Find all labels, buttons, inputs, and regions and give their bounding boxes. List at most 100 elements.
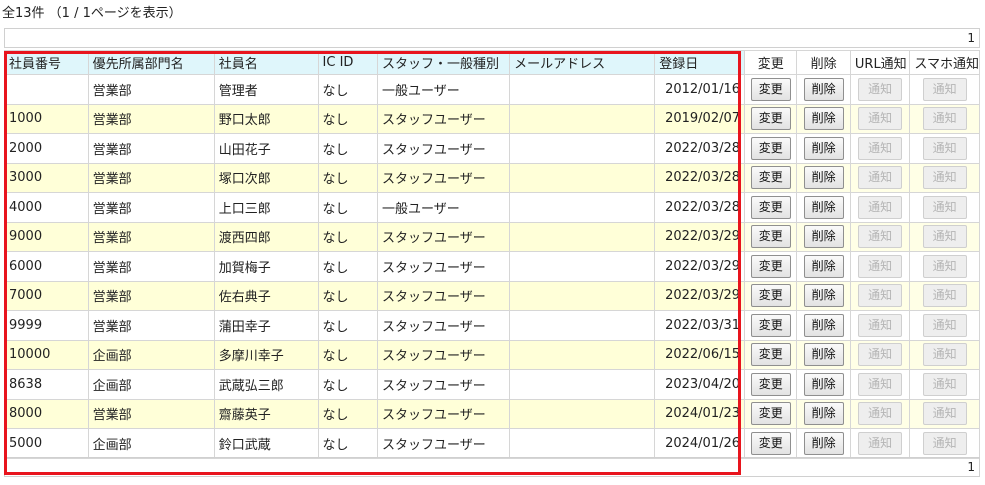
change-button[interactable]: 変更 [750,136,791,160]
col-date[interactable]: 登録日 [654,50,746,75]
col-mail[interactable]: メールアドレス [509,50,656,75]
url-notify-button: 通知 [858,402,903,426]
table-row: 8000 営業部 齋藤英子 なし スタッフユーザー 2024/01/23 変更 削除 通知 通知 [4,398,980,429]
url-notify-cell: 通知 [849,369,911,400]
emp-no-cell: 10000 [4,339,89,370]
url-notify-button: 通知 [858,431,903,455]
delete-cell: 削除 [796,280,851,311]
emp-no-cell: 2000 [4,133,89,164]
sp-notify-button: 通知 [922,402,967,426]
url-notify-cell: 通知 [849,339,911,370]
ic-id-cell: なし [317,339,379,370]
change-button[interactable]: 変更 [750,225,791,249]
delete-button[interactable]: 削除 [803,225,844,249]
sp-notify-button: 通知 [922,166,967,190]
pager-bottom: 1 [4,457,980,477]
change-button[interactable]: 変更 [750,313,791,337]
delete-button[interactable]: 削除 [803,254,844,278]
table-row: 営業部 管理者 なし 一般ユーザー 2012/01/16 変更 削除 通知 通知 [4,74,980,105]
date-cell: 2022/03/28 [654,162,746,193]
sp-notify-cell: 通知 [909,133,980,164]
col-ic-id[interactable]: IC ID [317,50,379,75]
employee-table: 社員番号 優先所属部門名 社員名 IC ID スタッフ・一般種別 メールアドレス… [4,50,980,459]
table-row: 1000 営業部 野口太郎 なし スタッフユーザー 2019/02/07 変更 削除 通知 通知 [4,103,980,134]
emp-no-cell: 3000 [4,162,89,193]
change-button[interactable]: 変更 [750,107,791,131]
delete-button[interactable]: 削除 [803,313,844,337]
mail-cell [509,192,656,223]
type-cell: スタッフユーザー [377,162,511,193]
change-button[interactable]: 変更 [750,372,791,396]
sp-notify-cell: 通知 [909,251,980,282]
change-button[interactable]: 変更 [750,195,791,219]
change-button[interactable]: 変更 [750,166,791,190]
page-link[interactable]: 1 [967,31,975,45]
sp-notify-button: 通知 [922,254,967,278]
delete-button[interactable]: 削除 [803,77,844,101]
delete-button[interactable]: 削除 [803,284,844,308]
delete-button[interactable]: 削除 [803,402,844,426]
dept-cell: 営業部 [87,192,215,223]
change-button[interactable]: 変更 [750,77,791,101]
type-cell: スタッフユーザー [377,221,511,252]
url-notify-cell: 通知 [849,192,911,223]
name-cell: 山田花子 [213,133,319,164]
name-cell: 佐右典子 [213,280,319,311]
sp-notify-button: 通知 [922,225,967,249]
name-cell: 蒲田幸子 [213,310,319,341]
delete-cell: 削除 [796,133,851,164]
delete-button[interactable]: 削除 [803,195,844,219]
change-cell: 変更 [744,428,798,459]
mail-cell [509,133,656,164]
sp-notify-button: 通知 [922,343,967,367]
table-row: 6000 営業部 加賀梅子 なし スタッフユーザー 2022/03/29 変更 削除 通知 通知 [4,251,980,282]
sp-notify-cell: 通知 [909,428,980,459]
delete-cell: 削除 [796,251,851,282]
change-button[interactable]: 変更 [750,284,791,308]
mail-cell [509,162,656,193]
col-dept[interactable]: 優先所属部門名 [87,50,215,75]
mail-cell [509,251,656,282]
page-link[interactable]: 1 [967,460,975,474]
change-button[interactable]: 変更 [750,402,791,426]
col-type[interactable]: スタッフ・一般種別 [377,50,511,75]
table-body: 営業部 管理者 なし 一般ユーザー 2012/01/16 変更 削除 通知 通知 1000 営業部野… [4,74,980,459]
sp-notify-cell: 通知 [909,221,980,252]
date-cell: 2022/03/31 [654,310,746,341]
col-name[interactable]: 社員名 [213,50,319,75]
date-cell: 2012/01/16 [654,74,746,105]
delete-button[interactable]: 削除 [803,107,844,131]
date-cell: 2022/03/28 [654,192,746,223]
delete-button[interactable]: 削除 [803,136,844,160]
change-button[interactable]: 変更 [750,254,791,278]
table-row: 4000 営業部 上口三郎 なし 一般ユーザー 2022/03/28 変更 削除 通知 通知 [4,192,980,223]
dept-cell: 企画部 [87,428,215,459]
table-row: 8638 企画部 武蔵弘三郎 なし スタッフユーザー 2023/04/20 変更 削除 通知 通知 [4,369,980,400]
delete-button[interactable]: 削除 [803,372,844,396]
sp-notify-cell: 通知 [909,369,980,400]
mail-cell [509,369,656,400]
change-button[interactable]: 変更 [750,431,791,455]
table-row: 2000 営業部 山田花子 なし スタッフユーザー 2022/03/28 変更 削除 通知 通知 [4,133,980,164]
name-cell: 齋藤英子 [213,398,319,429]
delete-cell: 削除 [796,428,851,459]
type-cell: スタッフユーザー [377,310,511,341]
delete-button[interactable]: 削除 [803,431,844,455]
emp-no-cell: 7000 [4,280,89,311]
dept-cell: 営業部 [87,103,215,134]
url-notify-button: 通知 [858,254,903,278]
type-cell: スタッフユーザー [377,339,511,370]
delete-button[interactable]: 削除 [803,166,844,190]
name-cell: 武蔵弘三郎 [213,369,319,400]
delete-button[interactable]: 削除 [803,343,844,367]
sp-notify-button: 通知 [922,372,967,396]
date-cell: 2022/03/29 [654,280,746,311]
col-sp-notify: スマホ通知 [909,50,980,75]
change-cell: 変更 [744,339,798,370]
change-button[interactable]: 変更 [750,343,791,367]
col-emp-no[interactable]: 社員番号 [4,50,89,75]
name-cell: 多摩川幸子 [213,339,319,370]
change-cell: 変更 [744,162,798,193]
ic-id-cell: なし [317,162,379,193]
delete-cell: 削除 [796,192,851,223]
